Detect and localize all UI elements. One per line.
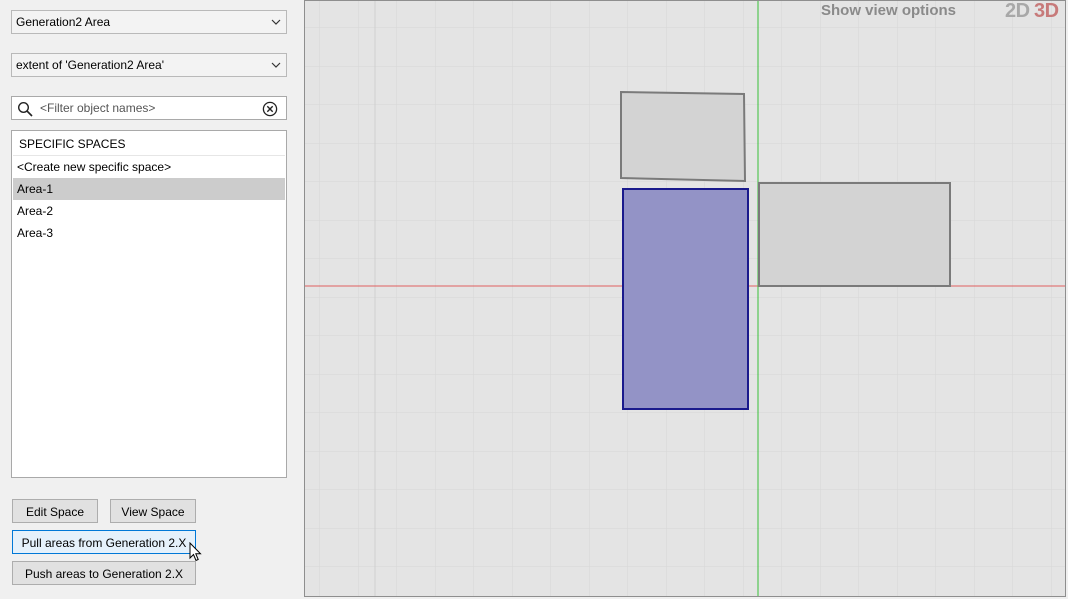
list-header: SPECIFIC SPACES: [13, 132, 285, 156]
edit-space-button[interactable]: Edit Space: [12, 499, 98, 523]
search-icon: [17, 101, 33, 117]
generation-dropdown-value: Generation2 Area: [16, 15, 111, 29]
show-view-options-link[interactable]: Show view options: [821, 2, 956, 19]
filter-input[interactable]: [40, 99, 260, 117]
2d-viewport[interactable]: Show view options 2D 3D: [304, 0, 1066, 597]
mode-2d-toggle[interactable]: 2D: [1005, 1, 1030, 23]
specific-spaces-list[interactable]: SPECIFIC SPACES <Create new specific spa…: [11, 130, 287, 478]
list-item-area-3[interactable]: Area-3: [13, 222, 285, 244]
extent-dropdown-value: extent of 'Generation2 Area': [16, 58, 165, 72]
list-item-create-new[interactable]: <Create new specific space>: [13, 156, 285, 178]
left-panel: Generation2 Area extent of 'Generation2 …: [0, 0, 300, 599]
view-space-button[interactable]: View Space: [110, 499, 196, 523]
area-shape-top: [620, 90, 747, 183]
area-shape-right: [758, 182, 951, 287]
viewport-canvas[interactable]: [305, 1, 1066, 597]
mouse-pointer-icon: [189, 542, 202, 562]
chevron-down-icon: [271, 19, 281, 25]
mode-3d-toggle[interactable]: 3D: [1034, 1, 1059, 23]
pull-areas-button[interactable]: Pull areas from Generation 2.X: [12, 530, 196, 554]
list-item-area-2[interactable]: Area-2: [13, 200, 285, 222]
generation-dropdown[interactable]: Generation2 Area: [11, 10, 287, 34]
push-areas-button[interactable]: Push areas to Generation 2.X: [12, 561, 196, 585]
chevron-down-icon: [271, 62, 281, 68]
area-1-selected-shape: [622, 188, 749, 410]
filter-field: [11, 96, 287, 120]
clear-circle-x-icon[interactable]: [262, 101, 278, 117]
list-item-area-1[interactable]: Area-1: [13, 178, 285, 200]
extent-dropdown[interactable]: extent of 'Generation2 Area': [11, 53, 287, 77]
